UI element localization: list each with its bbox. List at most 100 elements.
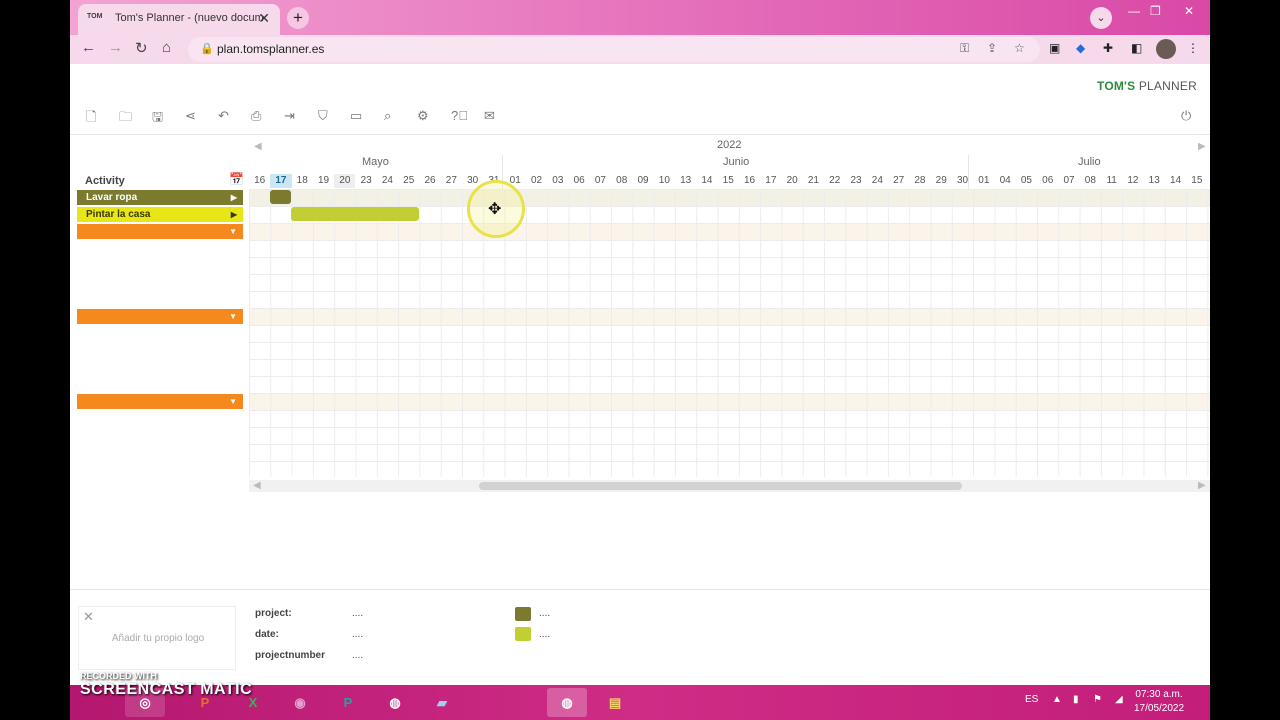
day-header-cell[interactable]: 27 bbox=[441, 174, 462, 188]
disc-app-icon[interactable]: ◉ bbox=[280, 688, 320, 717]
day-header-cell[interactable]: 27 bbox=[888, 174, 909, 188]
calendar-icon[interactable]: 📅 bbox=[229, 172, 244, 186]
browser-tab[interactable]: TOM Tom's Planner - (nuevo documen ✕ bbox=[78, 4, 280, 35]
gantt-grid[interactable] bbox=[249, 189, 1210, 477]
logout-icon[interactable]: ⏻ bbox=[1181, 108, 1191, 124]
day-header-cell[interactable]: 16 bbox=[739, 174, 760, 188]
mail-icon[interactable]: ✉ bbox=[484, 108, 495, 124]
day-header-cell[interactable]: 08 bbox=[611, 174, 632, 188]
chevron-down-icon[interactable]: ▼ bbox=[229, 394, 237, 409]
back-icon[interactable]: ← bbox=[81, 39, 96, 56]
day-header-cell[interactable]: 21 bbox=[803, 174, 824, 188]
day-header-cell[interactable]: 07 bbox=[1058, 174, 1079, 188]
side-panel-icon[interactable]: ◧ bbox=[1131, 41, 1142, 55]
day-header-cell[interactable]: 17 bbox=[760, 174, 781, 188]
day-header-cell[interactable]: 03 bbox=[547, 174, 568, 188]
save-icon[interactable]: 🖫 bbox=[152, 108, 163, 130]
day-header-cell[interactable]: 13 bbox=[675, 174, 696, 188]
legend-value[interactable]: .... bbox=[539, 629, 550, 640]
search-icon[interactable]: ⌕ bbox=[384, 108, 391, 124]
day-header-cell[interactable]: 15 bbox=[718, 174, 739, 188]
forward-icon[interactable]: → bbox=[108, 39, 123, 56]
chrome-icon[interactable]: ◍ bbox=[375, 688, 415, 717]
day-header-cell[interactable]: 14 bbox=[1165, 174, 1186, 188]
scroll-left-arrow-icon[interactable]: ◀ bbox=[254, 141, 262, 152]
network-icon[interactable]: ⚑ bbox=[1093, 694, 1102, 705]
window-close-icon[interactable]: ✕ bbox=[1184, 4, 1194, 18]
day-header-cell[interactable]: 30 bbox=[952, 174, 973, 188]
day-header-cell[interactable]: 16 bbox=[249, 174, 270, 188]
address-bar[interactable]: 🔒 plan.tomsplanner.es ⚿ ⇪ ☆ bbox=[188, 37, 1040, 62]
hscroll-left-icon[interactable]: ◀ bbox=[253, 480, 261, 491]
share-page-icon[interactable]: ⇪ bbox=[987, 41, 997, 55]
activity-group-row[interactable]: ▼ bbox=[77, 224, 243, 239]
day-header-cell[interactable]: 25 bbox=[398, 174, 419, 188]
folder-icon[interactable]: 🗀 bbox=[119, 108, 132, 130]
publisher-icon[interactable]: P bbox=[328, 688, 368, 717]
hscroll-right-icon[interactable]: ▶ bbox=[1198, 480, 1206, 491]
reload-icon[interactable]: ↻ bbox=[135, 39, 148, 57]
share-icon[interactable]: ⋖ bbox=[185, 108, 196, 124]
task-bar-pintar-la-casa[interactable] bbox=[291, 207, 419, 221]
day-header-cell[interactable]: 05 bbox=[1016, 174, 1037, 188]
maximize-icon[interactable]: ❐ bbox=[1150, 4, 1161, 18]
date-value[interactable]: .... bbox=[352, 629, 363, 640]
filter-icon[interactable]: ⛉ bbox=[318, 108, 328, 124]
activity-row-pintar-la-casa[interactable]: Pintar la casa ▶ bbox=[77, 207, 243, 222]
day-header-cell[interactable]: 14 bbox=[696, 174, 717, 188]
day-header-cell[interactable]: 13 bbox=[1144, 174, 1165, 188]
project-value[interactable]: .... bbox=[352, 608, 363, 619]
day-header-cell[interactable]: 12 bbox=[1122, 174, 1143, 188]
day-header-cell[interactable]: 29 bbox=[931, 174, 952, 188]
close-icon[interactable]: ✕ bbox=[83, 609, 94, 625]
language-indicator[interactable]: ES bbox=[1025, 694, 1038, 705]
day-header-cell[interactable]: 20 bbox=[782, 174, 803, 188]
new-doc-icon[interactable]: 🗋 bbox=[86, 108, 96, 130]
bookmark-star-icon[interactable]: ☆ bbox=[1014, 41, 1025, 55]
chevron-down-icon[interactable]: ▼ bbox=[229, 309, 237, 324]
system-clock[interactable]: 07:30 a.m. 17/05/2022 bbox=[1134, 688, 1184, 716]
scrollbar-thumb[interactable] bbox=[479, 482, 962, 490]
expand-arrow-icon[interactable]: ▶ bbox=[231, 190, 237, 205]
logo-upload-box[interactable]: ✕ Añadir tu propio logo bbox=[78, 606, 236, 670]
profile-avatar[interactable] bbox=[1156, 39, 1176, 59]
legend-value[interactable]: .... bbox=[539, 608, 550, 619]
day-header-cell[interactable]: 18 bbox=[292, 174, 313, 188]
task-bar-lavar-ropa[interactable] bbox=[270, 190, 291, 204]
browser-menu-icon[interactable]: ⋮ bbox=[1187, 41, 1199, 55]
activity-group-row[interactable]: ▼ bbox=[77, 394, 243, 409]
projectnumber-value[interactable]: .... bbox=[352, 650, 363, 661]
activity-row-lavar-ropa[interactable]: Lavar ropa ▶ bbox=[77, 190, 243, 205]
day-header-cell[interactable]: 04 bbox=[995, 174, 1016, 188]
day-header-cell[interactable]: 19 bbox=[313, 174, 334, 188]
day-header-cell[interactable]: 17 bbox=[270, 174, 292, 188]
print-icon[interactable]: ⎙ bbox=[251, 108, 261, 124]
day-header-cell[interactable]: 23 bbox=[845, 174, 866, 188]
day-header-cell[interactable]: 24 bbox=[867, 174, 888, 188]
day-header-cell[interactable]: 09 bbox=[632, 174, 653, 188]
minimize-icon[interactable]: — bbox=[1128, 4, 1140, 18]
extension-icon-2[interactable]: ◆ bbox=[1076, 41, 1085, 55]
day-header-cell[interactable]: 15 bbox=[1186, 174, 1207, 188]
home-icon[interactable]: ⌂ bbox=[162, 39, 171, 56]
undo-icon[interactable]: ↶ bbox=[218, 108, 229, 124]
extension-icon-1[interactable]: ▣ bbox=[1049, 41, 1060, 55]
tab-search-icon[interactable]: ⌄ bbox=[1090, 7, 1112, 29]
day-header-cell[interactable]: 08 bbox=[1080, 174, 1101, 188]
day-header-cell[interactable]: 23 bbox=[356, 174, 377, 188]
day-header-cell[interactable]: 07 bbox=[590, 174, 611, 188]
day-header-cell[interactable]: 20 bbox=[334, 174, 356, 188]
extensions-puzzle-icon[interactable]: ✚ bbox=[1103, 41, 1113, 55]
day-header-cell[interactable]: 24 bbox=[377, 174, 398, 188]
day-header-cell[interactable]: 28 bbox=[909, 174, 930, 188]
chevron-down-icon[interactable]: ▼ bbox=[229, 224, 237, 239]
activity-group-row[interactable]: ▼ bbox=[77, 309, 243, 324]
volume-icon[interactable]: ◢ bbox=[1115, 694, 1123, 705]
day-header-cell[interactable]: 01 bbox=[973, 174, 994, 188]
day-header-cell[interactable]: 06 bbox=[569, 174, 590, 188]
day-header-cell[interactable]: 26 bbox=[419, 174, 440, 188]
import-icon[interactable]: ⇥ bbox=[284, 108, 295, 124]
new-tab-button[interactable]: + bbox=[287, 7, 309, 29]
expand-arrow-icon[interactable]: ▶ bbox=[231, 207, 237, 222]
tab-close-icon[interactable]: ✕ bbox=[258, 10, 270, 27]
